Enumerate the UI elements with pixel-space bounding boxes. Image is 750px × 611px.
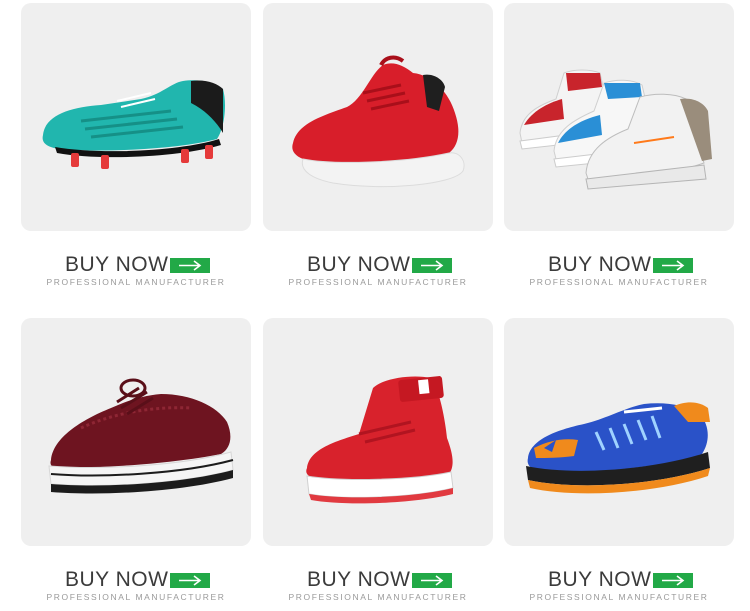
arrow-right-icon[interactable] — [170, 258, 210, 273]
buy-now-label[interactable]: BUY NOW — [65, 253, 168, 277]
buy-now-cta-1[interactable]: BUY NOW — [21, 253, 251, 277]
high-top-sneakers-image — [519, 69, 712, 190]
product-image-6[interactable] — [504, 318, 734, 546]
red-high-top-image — [306, 376, 454, 504]
tagline: PROFESSIONAL MANUFACTURER — [46, 277, 226, 287]
product-image-2[interactable] — [263, 3, 493, 231]
teal-football-cleat-image — [42, 80, 225, 169]
burgundy-brogue-image — [48, 378, 234, 494]
arrow-right-icon[interactable] — [412, 573, 452, 588]
tagline: PROFESSIONAL MANUFACTURER — [529, 592, 709, 602]
buy-now-cta-5[interactable]: BUY NOW — [263, 568, 493, 592]
arrow-right-icon[interactable] — [170, 573, 210, 588]
buy-now-cta-2[interactable]: BUY NOW — [263, 253, 493, 277]
product-image-1[interactable] — [21, 3, 251, 231]
product-grid: BUY NOW PROFESSIONAL MANUFACTURER BUY NO… — [0, 0, 750, 611]
product-image-3[interactable] — [504, 3, 734, 231]
buy-now-label[interactable]: BUY NOW — [548, 568, 651, 592]
buy-now-cta-6[interactable]: BUY NOW — [504, 568, 734, 592]
product-image-4[interactable] — [21, 318, 251, 546]
badminton-shoe-image — [526, 402, 710, 494]
tagline: PROFESSIONAL MANUFACTURER — [288, 592, 468, 602]
tagline: PROFESSIONAL MANUFACTURER — [46, 592, 226, 602]
tagline: PROFESSIONAL MANUFACTURER — [288, 277, 468, 287]
arrow-right-icon[interactable] — [653, 573, 693, 588]
buy-now-label[interactable]: BUY NOW — [307, 253, 410, 277]
buy-now-label[interactable]: BUY NOW — [65, 568, 168, 592]
arrow-right-icon[interactable] — [412, 258, 452, 273]
red-running-sneaker-image — [292, 55, 465, 188]
tagline: PROFESSIONAL MANUFACTURER — [529, 277, 709, 287]
arrow-right-icon[interactable] — [653, 258, 693, 273]
product-image-5[interactable] — [263, 318, 493, 546]
buy-now-label[interactable]: BUY NOW — [307, 568, 410, 592]
buy-now-cta-4[interactable]: BUY NOW — [21, 568, 251, 592]
buy-now-label[interactable]: BUY NOW — [548, 253, 651, 277]
buy-now-cta-3[interactable]: BUY NOW — [504, 253, 734, 277]
